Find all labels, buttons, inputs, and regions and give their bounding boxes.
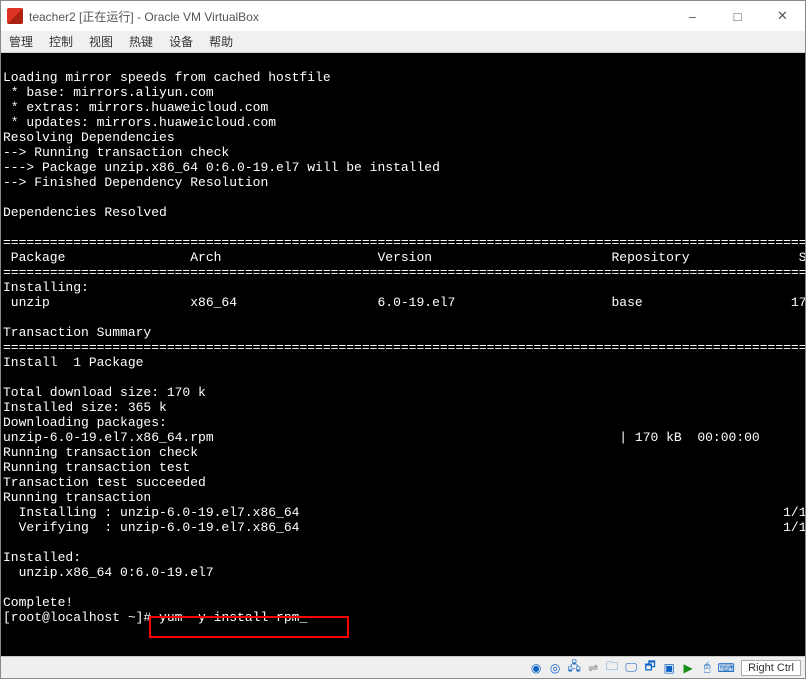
minimize-button[interactable]: – (670, 1, 715, 31)
terminal-line: Dependencies Resolved (3, 205, 167, 220)
terminal-line: --> Running transaction check (3, 145, 229, 160)
display-icon[interactable]: 🖵 (623, 660, 639, 676)
mouse-integration-icon[interactable]: 🖰 (699, 660, 715, 676)
terminal-line: Transaction test succeeded (3, 475, 206, 490)
recording-icon[interactable]: ▣ (661, 660, 677, 676)
virtualbox-window: teacher2 [正在运行] - Oracle VM VirtualBox –… (0, 0, 806, 679)
separator: ========================================… (3, 340, 805, 355)
menu-hotkeys[interactable]: 热键 (129, 33, 153, 50)
terminal-line: Install 1 Package (3, 355, 143, 370)
shared-folder-icon[interactable]: 🗀 (604, 660, 620, 676)
maximize-button[interactable]: □ (715, 1, 760, 31)
terminal-line: unzip-6.0-19.el7.x86_64.rpm | 170 kB 00:… (3, 430, 760, 445)
terminal-line: * base: mirrors.aliyun.com (3, 85, 214, 100)
hard-disk-icon[interactable]: ◉ (528, 660, 544, 676)
terminal-line: * updates: mirrors.huaweicloud.com (3, 115, 276, 130)
keyboard-icon[interactable]: ⌨ (718, 660, 734, 676)
terminal-line: Installing : unzip-6.0-19.el7.x86_64 1/1 (3, 505, 805, 520)
terminal-line: Running transaction check (3, 445, 198, 460)
separator: ========================================… (3, 265, 805, 280)
window-title: teacher2 [正在运行] - Oracle VM VirtualBox (29, 8, 670, 25)
separator: ========================================… (3, 235, 805, 250)
table-row: unzip x86_64 6.0-19.el7 base 170 k (3, 295, 805, 310)
audio-icon[interactable]: 🗗 (642, 660, 658, 676)
menu-view[interactable]: 视图 (89, 33, 113, 50)
terminal-line: Loading mirror speeds from cached hostfi… (3, 70, 331, 85)
terminal-line: Installing: (3, 280, 89, 295)
menubar: 管理 控制 视图 热键 设备 帮助 (1, 31, 805, 53)
vm-state-icon[interactable]: ▶ (680, 660, 696, 676)
annotation-highlight (149, 616, 349, 638)
terminal-line: Downloading packages: (3, 415, 167, 430)
titlebar[interactable]: teacher2 [正在运行] - Oracle VM VirtualBox –… (1, 1, 805, 31)
table-header: Package Arch Version Repository Size (3, 250, 805, 265)
terminal-line: * extras: mirrors.huaweicloud.com (3, 100, 268, 115)
virtualbox-icon (7, 8, 23, 24)
menu-devices[interactable]: 设备 (169, 33, 193, 50)
shell-prompt: [root@localhost ~]# (3, 610, 159, 625)
close-button[interactable]: ✕ (760, 1, 805, 31)
optical-disk-icon[interactable]: ◎ (547, 660, 563, 676)
terminal-line: Complete! (3, 595, 73, 610)
guest-terminal[interactable]: Loading mirror speeds from cached hostfi… (1, 53, 805, 656)
terminal-line: Installed size: 365 k (3, 400, 167, 415)
terminal-line: Running transaction test (3, 460, 190, 475)
terminal-line: Verifying : unzip-6.0-19.el7.x86_64 1/1 (3, 520, 805, 535)
terminal-line: Transaction Summary (3, 325, 151, 340)
host-key-indicator[interactable]: Right Ctrl (741, 660, 801, 676)
terminal-line: Installed: (3, 550, 81, 565)
terminal-line: unzip.x86_64 0:6.0-19.el7 (3, 565, 214, 580)
network-icon[interactable]: 🖧 (566, 660, 582, 676)
statusbar: ◉ ◎ 🖧 ⇌ 🗀 🖵 🗗 ▣ ▶ 🖰 ⌨ Right Ctrl (1, 656, 805, 678)
terminal-line: Running transaction (3, 490, 151, 505)
terminal-line: Resolving Dependencies (3, 130, 175, 145)
menu-control[interactable]: 控制 (49, 33, 73, 50)
terminal-line: --> Finished Dependency Resolution (3, 175, 268, 190)
terminal-line: Total download size: 170 k (3, 385, 206, 400)
terminal-line: ---> Package unzip.x86_64 0:6.0-19.el7 w… (3, 160, 440, 175)
menu-manage[interactable]: 管理 (9, 33, 33, 50)
usb-icon[interactable]: ⇌ (585, 660, 601, 676)
menu-help[interactable]: 帮助 (209, 33, 233, 50)
